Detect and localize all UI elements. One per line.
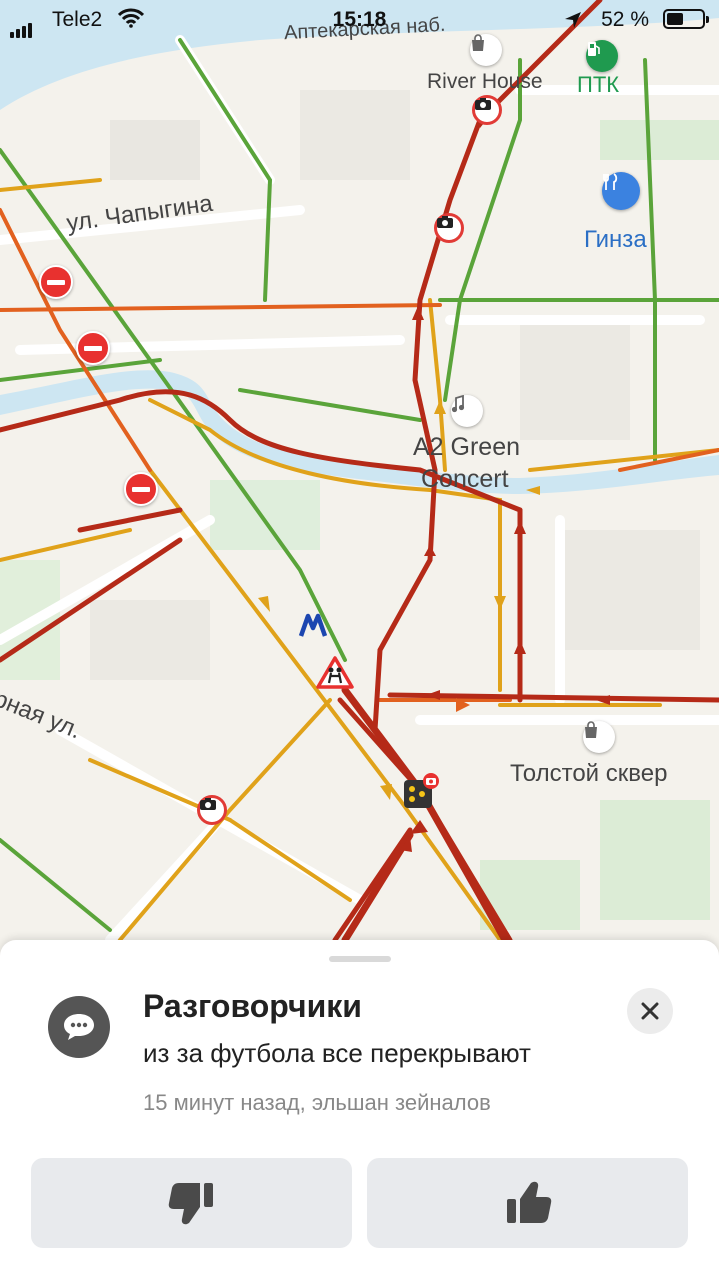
shopping-bag-icon[interactable] xyxy=(583,721,615,753)
dislike-button[interactable] xyxy=(31,1158,352,1248)
label-ginza[interactable]: Гинза xyxy=(584,226,647,254)
label-tolstoy[interactable]: Толстой сквер xyxy=(510,760,667,788)
no-entry-icon[interactable] xyxy=(76,331,110,365)
location-arrow-icon xyxy=(563,10,583,36)
event-sheet: Разговорчики из за футбола все перекрыва… xyxy=(0,940,719,1280)
close-button[interactable] xyxy=(627,988,673,1034)
camera-icon[interactable] xyxy=(197,795,227,825)
fuel-icon[interactable] xyxy=(586,40,618,72)
no-entry-icon[interactable] xyxy=(124,472,158,506)
traffic-light-icon[interactable] xyxy=(402,772,440,810)
label-ptk[interactable]: ПТК xyxy=(577,72,619,98)
close-icon xyxy=(641,1002,659,1020)
sheet-grabber[interactable] xyxy=(329,956,391,962)
children-warning-icon[interactable] xyxy=(316,656,354,690)
camera-icon[interactable] xyxy=(434,213,464,243)
thumbs-up-icon xyxy=(506,1181,551,1223)
status-bar: Tele2 15:18 52 % xyxy=(0,0,719,40)
label-a2-line1[interactable]: A2 Green xyxy=(413,433,520,462)
event-meta: 15 минут назад, эльшан зейналов xyxy=(143,1090,491,1115)
metro-icon[interactable] xyxy=(298,612,328,640)
event-title: Разговорчики xyxy=(143,988,362,1024)
camera-icon[interactable] xyxy=(472,95,502,125)
music-icon[interactable] xyxy=(451,395,483,427)
map-canvas xyxy=(0,0,719,960)
event-message: из за футбола все перекрывают xyxy=(143,1038,531,1068)
label-a2-line2[interactable]: Concert xyxy=(421,465,509,494)
battery-percent: 52 % xyxy=(601,8,649,31)
chat-icon xyxy=(48,996,110,1058)
thumbs-down-icon xyxy=(168,1183,213,1225)
like-button[interactable] xyxy=(367,1158,688,1248)
restaurant-icon[interactable] xyxy=(602,172,640,210)
label-river-house[interactable]: River House xyxy=(427,70,543,94)
battery-icon xyxy=(663,9,709,29)
map-view[interactable]: Аптекарская наб. ул. Чапыгина рная ул. R… xyxy=(0,0,719,960)
no-entry-icon[interactable] xyxy=(39,265,73,299)
